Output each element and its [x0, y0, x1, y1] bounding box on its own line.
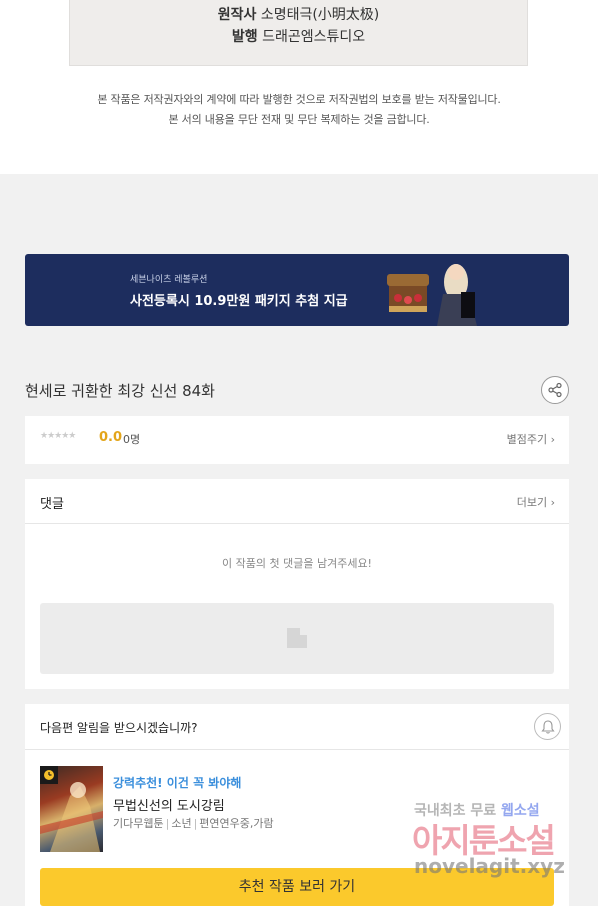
- rating-count: 0명: [123, 433, 141, 446]
- notify-title: 다음편 알림을 받으시겠습니까?: [40, 721, 198, 735]
- rating-score: 0.0: [99, 430, 123, 445]
- author-label: 원작사: [217, 7, 257, 23]
- comment-icon: [287, 628, 307, 648]
- recommendation-thumbnail[interactable]: [40, 766, 103, 852]
- comment-card: 댓글 더보기 › 이 작품의 첫 댓글을 남겨주세요!: [25, 479, 569, 689]
- clock-icon: [44, 770, 54, 780]
- watermark-line3: novelagit.xyz: [414, 854, 565, 878]
- copyright-notice-line1: 본 작품은 저작권자와의 계약에 따라 발행한 것으로 저작권법의 보호를 받는…: [97, 93, 501, 106]
- comment-title: 댓글: [40, 497, 64, 512]
- comment-more-link[interactable]: 더보기 ›: [517, 494, 555, 510]
- banner-subtitle: 세븐나이츠 레볼루션: [130, 275, 208, 285]
- meta-status: 편연연우중,가람: [199, 817, 274, 830]
- wait-free-badge: [40, 766, 58, 784]
- recommendation-meta: 기다무웹툰 | 소년 | 편연연우중,가람: [113, 817, 274, 830]
- banner-title: 사전등록시 10.9만원 패키지 추첨 지급: [130, 294, 348, 309]
- comment-header: 댓글 더보기 ›: [25, 479, 569, 524]
- comment-input[interactable]: [40, 603, 554, 674]
- publisher-value: 드래곤엠스튜디오: [262, 29, 366, 45]
- episode-title: 현세로 귀환한 최강 신선 84화: [25, 382, 215, 400]
- share-icon: [548, 382, 562, 398]
- meta-publisher: 기다무웹툰: [113, 817, 164, 830]
- bell-icon: [541, 720, 555, 734]
- author-credit: 원작사 소명태극(小明太极): [70, 4, 527, 24]
- rate-button[interactable]: 별점주기 ›: [507, 431, 555, 447]
- author-value: 소명태극(小明太极): [260, 7, 380, 23]
- bell-button[interactable]: [534, 713, 561, 740]
- empty-comment-message: 이 작품의 첫 댓글을 남겨주세요!: [222, 557, 372, 570]
- rating-stars: ★★★★★: [40, 431, 76, 441]
- share-button[interactable]: [541, 376, 569, 404]
- ad-banner[interactable]: 세븐나이츠 레볼루션 사전등록시 10.9만원 패키지 추첨 지급: [25, 254, 569, 326]
- meta-genre: 소년: [171, 817, 192, 830]
- banner-character-art: [365, 254, 485, 326]
- copyright-notice-line2: 본 서의 내용을 무단 전재 및 무단 복제하는 것을 금합니다.: [168, 113, 430, 126]
- publisher-credit: 발행 드래곤엠스튜디오: [70, 26, 527, 46]
- credit-box: 원작사 소명태극(小明太极) 발행 드래곤엠스튜디오: [69, 0, 528, 66]
- recommendation-tag: 강력추천! 이건 꼭 봐야해: [113, 776, 242, 790]
- recommendation-title[interactable]: 무법신선의 도시강림: [113, 795, 225, 814]
- credits-section: 원작사 소명태극(小明太极) 발행 드래곤엠스튜디오 본 작품은 저작권자와의 …: [0, 0, 598, 174]
- site-watermark: 국내최초 무료 웹소설 아지툰소설 novelagit.xyz: [410, 800, 585, 890]
- notify-header: 다음편 알림을 받으시겠습니까?: [25, 704, 569, 750]
- publisher-label: 발행: [231, 29, 258, 45]
- rating-card: ★★★★★ 0.0 0명 별점주기 ›: [25, 416, 569, 464]
